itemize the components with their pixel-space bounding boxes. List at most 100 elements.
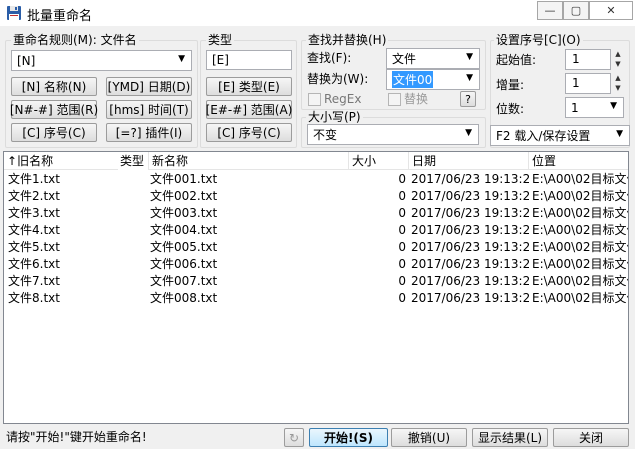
insert-counter-button[interactable]: [C] 序号(C) <box>11 123 97 142</box>
insert-date-button[interactable]: [YMD] 日期(D) <box>106 77 192 96</box>
case-select[interactable]: 不变 ▼ <box>307 124 479 145</box>
chevron-down-icon[interactable]: ▼ <box>616 129 623 139</box>
start-value: 1 <box>572 52 580 66</box>
new-name-cell: 文件006.txt <box>150 257 218 271</box>
cancel-button[interactable]: 撤销(U) <box>391 428 467 447</box>
rename-rule-input[interactable]: [N] ▼ <box>11 50 192 71</box>
replace-checkbox[interactable] <box>388 93 401 106</box>
old-name-cell: 文件3.txt <box>8 206 60 220</box>
column-type-label: 类型 <box>120 154 145 168</box>
new-name-cell: 文件008.txt <box>150 291 218 305</box>
column-header-type[interactable]: 类型 <box>118 152 149 170</box>
chevron-down-icon[interactable]: ▼ <box>178 54 185 64</box>
chevron-down-icon[interactable]: ▼ <box>466 73 473 83</box>
column-header-size[interactable]: 大小 <box>349 152 409 170</box>
replace-check-label: 替换 <box>404 92 429 106</box>
table-row[interactable]: 文件1.txt 文件001.txt 0 2017/06/23 19:13:26 … <box>4 171 629 188</box>
new-name-cell: 文件007.txt <box>150 274 218 288</box>
step-input[interactable]: 1 <box>565 73 611 94</box>
location-cell: E:\A00\02目标文件 <box>532 172 629 186</box>
chevron-down-icon[interactable]: ▼ <box>466 52 473 62</box>
start-up-icon[interactable]: ▲ <box>611 49 625 59</box>
size-cell: 0 <box>398 274 406 288</box>
old-name-cell: 文件8.txt <box>8 291 60 305</box>
digits-label: 位数: <box>496 102 525 116</box>
find-label: 查找(F): <box>307 51 352 65</box>
load-save-settings-select[interactable]: F2 载入/保存设置 ▼ <box>490 125 630 146</box>
type-rule-value: [E] <box>212 53 229 67</box>
chevron-down-icon[interactable]: ▼ <box>610 101 617 111</box>
vertical-scrollbar[interactable] <box>629 151 635 424</box>
old-name-cell: 文件4.txt <box>8 223 60 237</box>
old-name-cell: 文件2.txt <box>8 189 60 203</box>
size-cell: 0 <box>398 257 406 271</box>
maximize-button[interactable]: ▢ <box>563 1 589 20</box>
status-message: 请按"开始!"键开始重命名! <box>6 430 147 444</box>
minimize-button[interactable]: — <box>537 1 563 20</box>
column-old-name-label: 旧名称 <box>17 154 54 168</box>
table-row[interactable]: 文件8.txt 文件008.txt 0 2017/06/23 19:13:26 … <box>4 290 629 307</box>
counter-settings-label: 设置序号[C](O) <box>494 33 583 47</box>
column-date-label: 日期 <box>412 154 437 168</box>
date-cell: 2017/06/23 19:13:26 <box>411 189 529 203</box>
save-disk-icon <box>6 5 22 21</box>
status-bar: 请按"开始!"键开始重命名! ↻ 开始!(S) 撤销(U) 显示结果(L) 关闭 <box>0 425 635 449</box>
insert-time-button[interactable]: [hms] 时间(T) <box>106 100 192 119</box>
close-window-button[interactable]: ✕ <box>589 1 633 20</box>
table-row[interactable]: 文件7.txt 文件007.txt 0 2017/06/23 19:13:26 … <box>4 273 628 290</box>
column-header-date[interactable]: 日期 <box>409 152 529 170</box>
new-name-cell: 文件005.txt <box>150 240 218 254</box>
old-name-cell: 文件7.txt <box>8 274 60 288</box>
step-down-icon[interactable]: ▼ <box>611 83 625 93</box>
column-header-new-name[interactable]: 新名称 <box>149 152 349 170</box>
redo-icon[interactable]: ↻ <box>284 428 304 447</box>
insert-name-range-button[interactable]: [N#-#] 范围(R) <box>10 100 98 119</box>
column-size-label: 大小 <box>352 154 377 168</box>
location-cell: E:\A00\02目标文件 <box>532 291 629 305</box>
old-name-cell: 文件1.txt <box>8 172 60 186</box>
table-row[interactable]: 文件5.txt 文件005.txt 0 2017/06/23 19:13:26 … <box>4 239 629 256</box>
step-value: 1 <box>572 76 580 90</box>
type-rule-input[interactable]: [E] <box>206 50 292 70</box>
table-row[interactable]: 文件4.txt 文件004.txt 0 2017/06/23 19:13:26 … <box>4 222 628 239</box>
size-cell: 0 <box>398 291 406 305</box>
table-row[interactable]: 文件2.txt 文件002.txt 0 2017/06/23 19:13:26 … <box>4 188 629 205</box>
close-button[interactable]: 关闭 <box>553 428 629 447</box>
location-cell: E:\A00\02目标文件 <box>532 189 629 203</box>
load-save-label: F2 载入/保存设置 <box>496 129 591 143</box>
window-title: 批量重命名 <box>27 9 93 24</box>
start-down-icon[interactable]: ▼ <box>611 59 625 69</box>
maximize-icon: ▢ <box>570 4 582 17</box>
location-cell: E:\A00\02目标文件 <box>532 240 629 254</box>
find-input[interactable]: 文件 ▼ <box>386 48 480 69</box>
regex-checkbox[interactable] <box>308 93 321 106</box>
start-value-input[interactable]: 1 <box>565 49 611 70</box>
table-row[interactable]: 文件3.txt 文件003.txt 0 2017/06/23 19:13:26 … <box>4 205 628 222</box>
replace-input[interactable]: 文件00 ▼ <box>386 69 480 90</box>
insert-type-button[interactable]: [E] 类型(E) <box>206 77 292 96</box>
step-up-icon[interactable]: ▲ <box>611 73 625 83</box>
digits-select[interactable]: 1 ▼ <box>565 97 624 118</box>
insert-plugin-button[interactable]: [=?] 插件(I) <box>106 123 192 142</box>
rename-rules-label: 重命名规则(M): 文件名 <box>11 33 139 47</box>
date-cell: 2017/06/23 19:13:26 <box>411 240 529 254</box>
help-button[interactable]: ? <box>460 91 476 107</box>
insert-name-button[interactable]: [N] 名称(N) <box>11 77 97 96</box>
size-cell: 0 <box>398 189 406 203</box>
replace-value: 文件00 <box>392 71 434 88</box>
sort-up-icon: ↑ <box>7 154 18 168</box>
chevron-down-icon[interactable]: ▼ <box>465 128 472 138</box>
old-name-cell: 文件6.txt <box>8 257 60 271</box>
date-cell: 2017/06/23 19:13:26 <box>411 274 529 288</box>
new-name-cell: 文件001.txt <box>150 172 218 186</box>
insert-type-counter-button[interactable]: [C] 序号(C) <box>206 123 292 142</box>
start-button[interactable]: 开始!(S) <box>309 428 388 447</box>
column-header-location[interactable]: 位置 <box>529 152 628 170</box>
insert-type-range-button[interactable]: [E#-#] 范围(A) <box>206 100 292 119</box>
location-cell: E:\A00\02目标文件 <box>532 257 629 271</box>
minimize-icon: — <box>544 4 556 17</box>
table-row[interactable]: 文件6.txt 文件006.txt 0 2017/06/23 19:13:26 … <box>4 256 629 273</box>
size-cell: 0 <box>398 223 406 237</box>
file-list[interactable]: ↑旧名称 类型 新名称 大小 日期 位置 文件1.txt 文件001.txt 0… <box>3 151 629 424</box>
show-results-button[interactable]: 显示结果(L) <box>472 428 548 447</box>
